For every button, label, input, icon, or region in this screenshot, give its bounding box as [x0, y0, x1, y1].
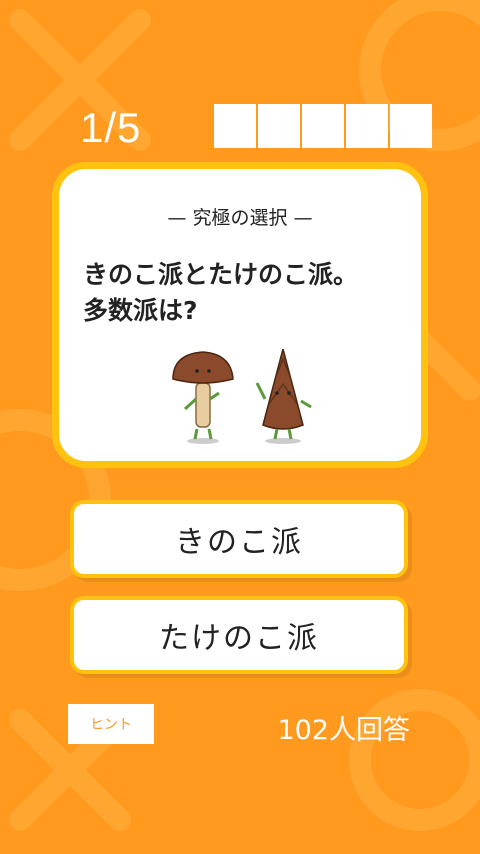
question-progress: 1/5: [80, 104, 142, 151]
progress-slot: [302, 104, 344, 148]
card-category-label: — 究極の選択 —: [167, 207, 313, 229]
progress-slot: [346, 104, 388, 148]
hint-button[interactable]: ヒント: [68, 704, 154, 744]
progress-slot: [390, 104, 432, 148]
question-card: — 究極の選択 — きのこ派とたけのこ派。 多数派は?: [52, 162, 428, 468]
question-text: きのこ派とたけのこ派。 多数派は?: [83, 257, 413, 329]
mushroom-character-icon: [172, 351, 234, 444]
answer-option-takenoko[interactable]: たけのこ派: [70, 596, 408, 674]
bamboo-shoot-character-icon: [255, 349, 312, 444]
progress-bar: [214, 104, 432, 148]
question-line-1: きのこ派とたけのこ派。: [83, 260, 359, 289]
answer-option-kinoko[interactable]: きのこ派: [70, 500, 408, 578]
progress-slot: [214, 104, 256, 148]
answer-count: 102人回答: [277, 715, 410, 746]
mushroom-bamboo-characters: [172, 349, 312, 444]
progress-slot: [258, 104, 300, 148]
question-line-2: 多数派は?: [83, 296, 198, 325]
